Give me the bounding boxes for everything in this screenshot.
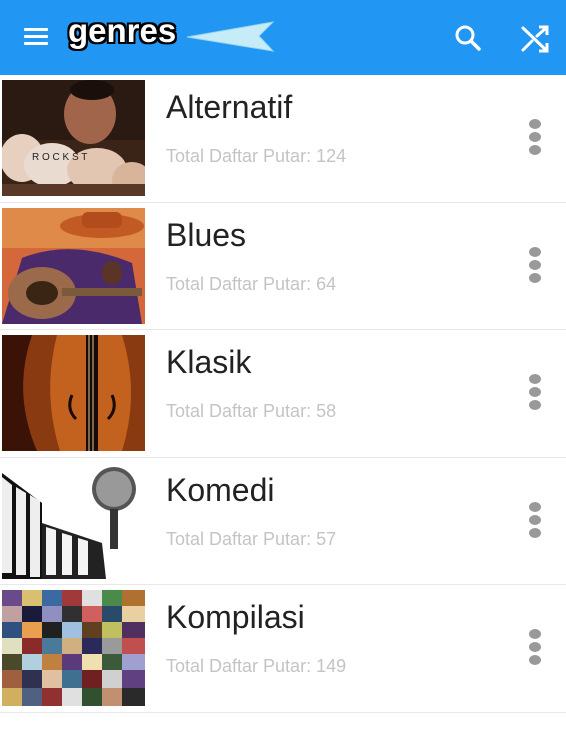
more-options-button[interactable]: [518, 370, 552, 414]
list-item[interactable]: Klasik Total Daftar Putar: 58: [0, 330, 566, 458]
search-icon: [455, 25, 481, 51]
list-item[interactable]: Blues Total Daftar Putar: 64: [0, 203, 566, 330]
more-dot: [529, 272, 541, 283]
list-item[interactable]: Kompilasi Total Daftar Putar: 149: [0, 585, 566, 713]
genre-name: Kompilasi: [166, 599, 305, 635]
genre-playlist-count: Total Daftar Putar: 57: [166, 528, 337, 549]
genre-playlist-count: Total Daftar Putar: 58: [166, 401, 337, 421]
more-dot: [529, 400, 541, 410]
more-dot: [529, 655, 541, 665]
search-button[interactable]: [450, 20, 486, 56]
genre-playlist-count: Total Daftar Putar: 124: [166, 146, 347, 166]
more-dot: [529, 514, 541, 525]
genre-name: Alternatif: [166, 89, 293, 125]
hamburger-line: [24, 35, 48, 38]
shuffle-icon: [521, 25, 549, 53]
genre-thumbnail: [2, 462, 145, 579]
more-dot: [529, 145, 541, 155]
genre-thumbnail: [2, 207, 145, 324]
more-dot: [529, 642, 541, 652]
hamburger-line: [24, 42, 48, 45]
genre-playlist-count: Total Daftar Putar: 64: [166, 273, 337, 294]
list-item[interactable]: R O C K S T Alternatif Total Daftar Puta…: [0, 75, 566, 203]
more-options-button[interactable]: [518, 243, 552, 287]
more-vert-icon: [529, 119, 541, 129]
hamburger-menu-button[interactable]: [20, 22, 56, 54]
more-dot: [529, 132, 541, 142]
app-bar: genres: [0, 0, 566, 75]
genre-thumbnail: [2, 590, 145, 706]
genre-name: Klasik: [166, 344, 252, 380]
genre-playlist-count: Total Daftar Putar: 149: [166, 656, 347, 676]
more-options-button[interactable]: [518, 115, 552, 159]
page-title: genres: [67, 11, 177, 50]
more-vert-icon: [529, 374, 541, 384]
more-dot: [529, 259, 541, 270]
hamburger-menu-icon: [24, 28, 48, 31]
more-dot: [529, 387, 541, 397]
more-vert-icon: [529, 501, 541, 512]
more-dot: [529, 527, 541, 538]
pointer-arrow-icon: [186, 21, 275, 52]
genre-thumbnail: [2, 335, 145, 451]
genre-list: R O C K S T Alternatif Total Daftar Puta…: [0, 75, 566, 713]
svg-text:R O C K S T: R O C K S T: [32, 152, 87, 163]
genre-name: Komedi: [166, 471, 275, 508]
more-options-button[interactable]: [518, 498, 552, 542]
list-item[interactable]: Komedi Total Daftar Putar: 57: [0, 458, 566, 585]
shuffle-button[interactable]: [517, 20, 553, 56]
genre-name: Blues: [166, 216, 247, 253]
genre-thumbnail: R O C K S T: [2, 80, 145, 196]
more-vert-icon: [529, 629, 541, 639]
more-vert-icon: [529, 246, 541, 257]
more-options-button[interactable]: [518, 625, 552, 669]
